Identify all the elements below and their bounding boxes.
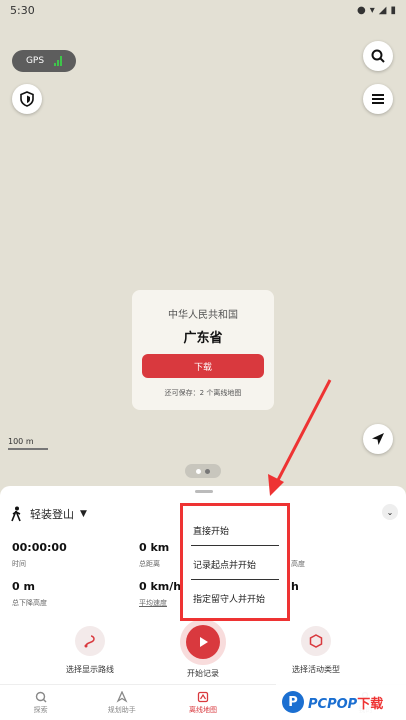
status-time: 5:30: [10, 3, 35, 17]
signal-icon: ◢: [378, 4, 387, 16]
sheet-handle[interactable]: [195, 490, 213, 493]
select-route-button[interactable]: 选择显示路线: [50, 626, 130, 675]
activity-type-label: 轻装登山: [30, 508, 74, 521]
compass-icon: [116, 690, 128, 703]
stat-altitude: 高度: [291, 560, 305, 568]
stat-avg-speed[interactable]: 0 km/h 平均速度: [139, 580, 181, 608]
card-province: 广东省: [183, 331, 223, 346]
shield-button[interactable]: [12, 84, 42, 114]
start-record-button[interactable]: [180, 619, 226, 665]
status-bar: 5:30 ● ▾ ◢ ▮: [0, 0, 406, 20]
navigation-arrow-icon: [372, 433, 384, 445]
gps-signal-icon: [54, 56, 63, 66]
locate-button[interactable]: [363, 424, 393, 454]
hiker-icon: [11, 506, 21, 522]
activity-type-selector[interactable]: 轻装登山 ▼: [10, 506, 87, 522]
select-activity-type-label: 选择活动类型: [292, 665, 340, 674]
card-note: 还可保存：2 个离线地图: [164, 389, 242, 397]
explore-icon: [35, 691, 47, 702]
card-country: 中华人民共和国: [168, 310, 238, 321]
hexagon-icon: [309, 634, 323, 648]
wifi-icon: ▾: [369, 4, 375, 16]
start-options-popup: 直接开始 记录起点并开始 指定留守人并开始: [180, 503, 290, 621]
offline-map-icon: [197, 691, 209, 702]
play-icon: [200, 637, 208, 647]
offline-map-card: 中华人民共和国 广东省 下载 还可保存：2 个离线地图: [132, 290, 274, 410]
page-dot: [205, 468, 210, 474]
caret-down-icon: ▼: [80, 509, 87, 519]
gps-indicator: GPS: [12, 50, 76, 72]
search-button[interactable]: [363, 41, 393, 71]
select-activity-type-button[interactable]: 选择活动类型: [276, 626, 356, 675]
watermark: P PCPOP下载: [276, 684, 406, 720]
location-icon: ●: [357, 4, 366, 16]
map-view[interactable]: [0, 20, 406, 490]
map-scale-bar: [8, 448, 48, 450]
search-icon: [371, 49, 385, 63]
option-assign-guardian[interactable]: 指定留守人并开始: [191, 580, 279, 613]
stat-speed-partial: h: [291, 580, 299, 593]
page-dot: [196, 468, 201, 474]
gps-label: GPS: [25, 56, 45, 66]
nav-explore[interactable]: 探索: [0, 685, 81, 720]
collapse-button[interactable]: ⌄: [382, 504, 398, 520]
option-record-start-point[interactable]: 记录起点并开始: [191, 546, 279, 580]
stat-descent: 0 m 总下降高度: [12, 580, 47, 607]
stat-distance: 0 km 总距离: [139, 541, 170, 568]
battery-icon: ▮: [390, 4, 396, 16]
option-direct-start[interactable]: 直接开始: [191, 512, 279, 546]
menu-button[interactable]: [363, 84, 393, 114]
start-record-label: 开始记录: [187, 669, 219, 678]
select-route-label: 选择显示路线: [66, 665, 114, 674]
stat-time: 00:00:00 时间: [12, 541, 67, 568]
nav-planner[interactable]: 规划助手: [81, 685, 162, 720]
chevron-down-icon: ⌄: [386, 507, 394, 517]
download-button[interactable]: 下载: [142, 354, 264, 378]
watermark-text: PCPOP下载: [308, 696, 384, 712]
shield-icon: [20, 91, 34, 107]
page-indicator[interactable]: [185, 464, 221, 478]
menu-icon: [372, 94, 384, 104]
status-icons: ● ▾ ◢ ▮: [357, 5, 396, 16]
map-scale-label: 100 m: [8, 437, 34, 446]
nav-offline-map[interactable]: 离线地图: [162, 685, 243, 720]
watermark-logo: P: [282, 691, 304, 713]
route-icon: [84, 635, 95, 648]
